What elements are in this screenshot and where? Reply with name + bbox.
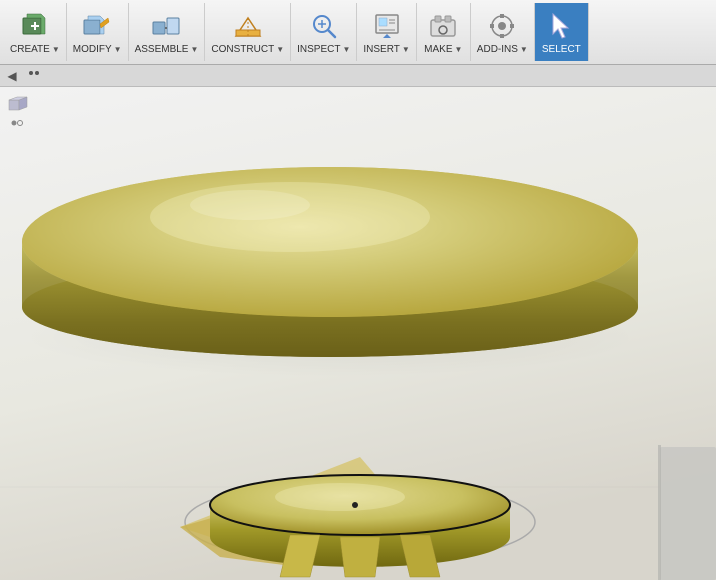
modify-button[interactable]: MODIFY ▼ — [67, 3, 129, 61]
construct-label: CONSTRUCT ▼ — [211, 44, 284, 55]
inspect-icon — [308, 10, 340, 42]
main-toolbar: CREATE ▼ MODIFY ▼ ASSEMBLE ▼ — [0, 0, 716, 65]
make-button[interactable]: MAKE ▼ — [417, 3, 471, 61]
grid-icon[interactable] — [26, 68, 42, 84]
make-icon — [427, 10, 459, 42]
insert-button[interactable]: INSERT ▼ — [357, 3, 416, 61]
make-label: MAKE ▼ — [424, 44, 462, 55]
modify-label: MODIFY ▼ — [73, 44, 122, 55]
create-icon — [19, 10, 51, 42]
orientation-dots — [10, 119, 24, 138]
select-button[interactable]: SELECT — [535, 3, 589, 61]
insert-label: INSERT ▼ — [363, 44, 409, 55]
create-label: CREATE ▼ — [10, 44, 60, 55]
assemble-button[interactable]: ASSEMBLE ▼ — [129, 3, 206, 61]
select-label: SELECT — [542, 44, 581, 55]
select-icon — [545, 10, 577, 42]
view-cube-indicator — [8, 95, 28, 115]
inspect-label: INSPECT ▼ — [297, 44, 350, 55]
viewport[interactable] — [0, 87, 716, 580]
modify-icon — [81, 10, 113, 42]
insert-icon — [371, 10, 403, 42]
addins-icon — [486, 10, 518, 42]
sub-toolbar: ◀ — [0, 65, 716, 87]
construct-icon — [232, 10, 264, 42]
inspect-button[interactable]: INSPECT ▼ — [291, 3, 357, 61]
assemble-label: ASSEMBLE ▼ — [135, 44, 199, 55]
back-icon[interactable]: ◀ — [4, 68, 20, 84]
create-button[interactable]: CREATE ▼ — [4, 3, 67, 61]
assemble-icon — [150, 10, 182, 42]
addins-label: ADD-INS ▼ — [477, 44, 528, 55]
addins-button[interactable]: ADD-INS ▼ — [471, 3, 535, 61]
construct-button[interactable]: CONSTRUCT ▼ — [205, 3, 291, 61]
scene-svg — [0, 87, 716, 580]
